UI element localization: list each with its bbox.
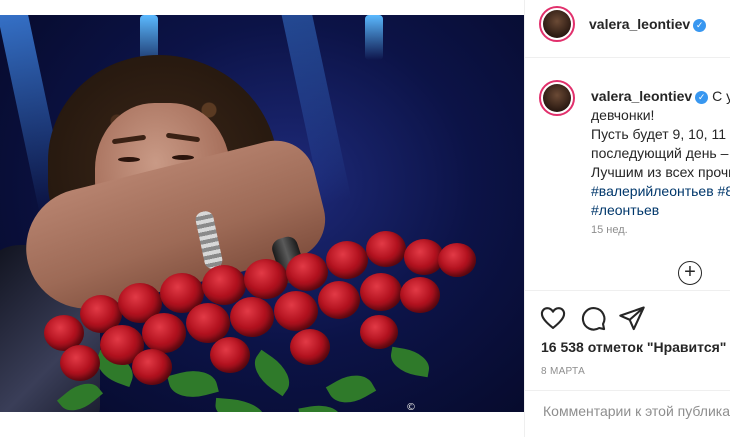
likes-count[interactable]: 16 538 отметок "Нравится" <box>541 339 726 355</box>
rose <box>210 337 250 373</box>
hashtag-link[interactable]: #леонтьев <box>591 202 659 218</box>
rose <box>132 349 172 385</box>
rose <box>244 259 288 299</box>
comment-input[interactable]: Комментарии к этой публика <box>543 403 730 419</box>
plus-circle-icon[interactable]: + <box>678 261 702 285</box>
rose <box>286 253 328 291</box>
performer-eye <box>172 155 194 160</box>
rose <box>274 291 318 331</box>
hashtag-link[interactable]: #валерийлеонтьев <box>591 183 714 199</box>
caption: valera_leontiev✓ С ух девчонки! Пусть бу… <box>591 87 730 220</box>
caption-text: С ух <box>712 88 730 104</box>
author-username[interactable]: valera_leontiev <box>589 16 690 32</box>
caption-username[interactable]: valera_leontiev <box>591 88 692 104</box>
rose <box>400 277 440 313</box>
rose-leaf <box>388 346 432 378</box>
caption-line: Лучшим из всех прочи <box>591 164 730 180</box>
rose <box>366 231 406 267</box>
author-header[interactable]: valera_leontiev ✓ <box>589 16 707 32</box>
rose-leaf <box>167 364 219 404</box>
rose-leaf <box>325 366 377 412</box>
comment-divider <box>525 390 730 391</box>
caption-line: девчонки! <box>591 107 655 123</box>
caption-avatar[interactable] <box>539 80 575 116</box>
verified-check-icon: ✓ <box>695 91 709 104</box>
rose <box>290 329 330 365</box>
rose-leaf <box>246 349 298 397</box>
caption-line: valera_leontiev✓ С ух <box>591 87 730 106</box>
hashtag-link[interactable]: #8 <box>718 183 730 199</box>
rose <box>202 265 246 305</box>
performer-eye <box>118 157 140 162</box>
actions-divider <box>525 290 730 291</box>
author-avatar[interactable] <box>539 6 575 42</box>
comment-icon[interactable] <box>579 304 607 332</box>
rose <box>360 273 402 311</box>
caption-line: Пусть будет 9, 10, 11 и <box>591 126 730 142</box>
rose <box>230 297 274 337</box>
caption-time-ago[interactable]: 15 нед. <box>591 224 628 236</box>
rose <box>318 281 360 319</box>
rose <box>438 243 476 277</box>
caption-line: последующий день – л <box>591 145 730 161</box>
share-icon[interactable] <box>618 304 646 332</box>
caption-hashtags: #валерийлеонтьев #8 <box>591 182 730 201</box>
rose <box>142 313 186 353</box>
rose <box>60 345 100 381</box>
post-photo[interactable]: © OLGA.PONOMAREVA <box>0 15 524 437</box>
rose <box>326 241 368 279</box>
photo-bottom-margin <box>0 412 524 437</box>
heart-icon[interactable] <box>539 304 567 332</box>
verified-check-icon: ✓ <box>693 19 707 32</box>
post-side-panel: valera_leontiev✓ valera_leontiev✓ С ух д… <box>524 0 730 437</box>
stage-light <box>365 15 383 60</box>
header-divider <box>525 57 730 58</box>
rose <box>360 315 398 349</box>
post-date: 8 МАРТА <box>541 366 586 377</box>
